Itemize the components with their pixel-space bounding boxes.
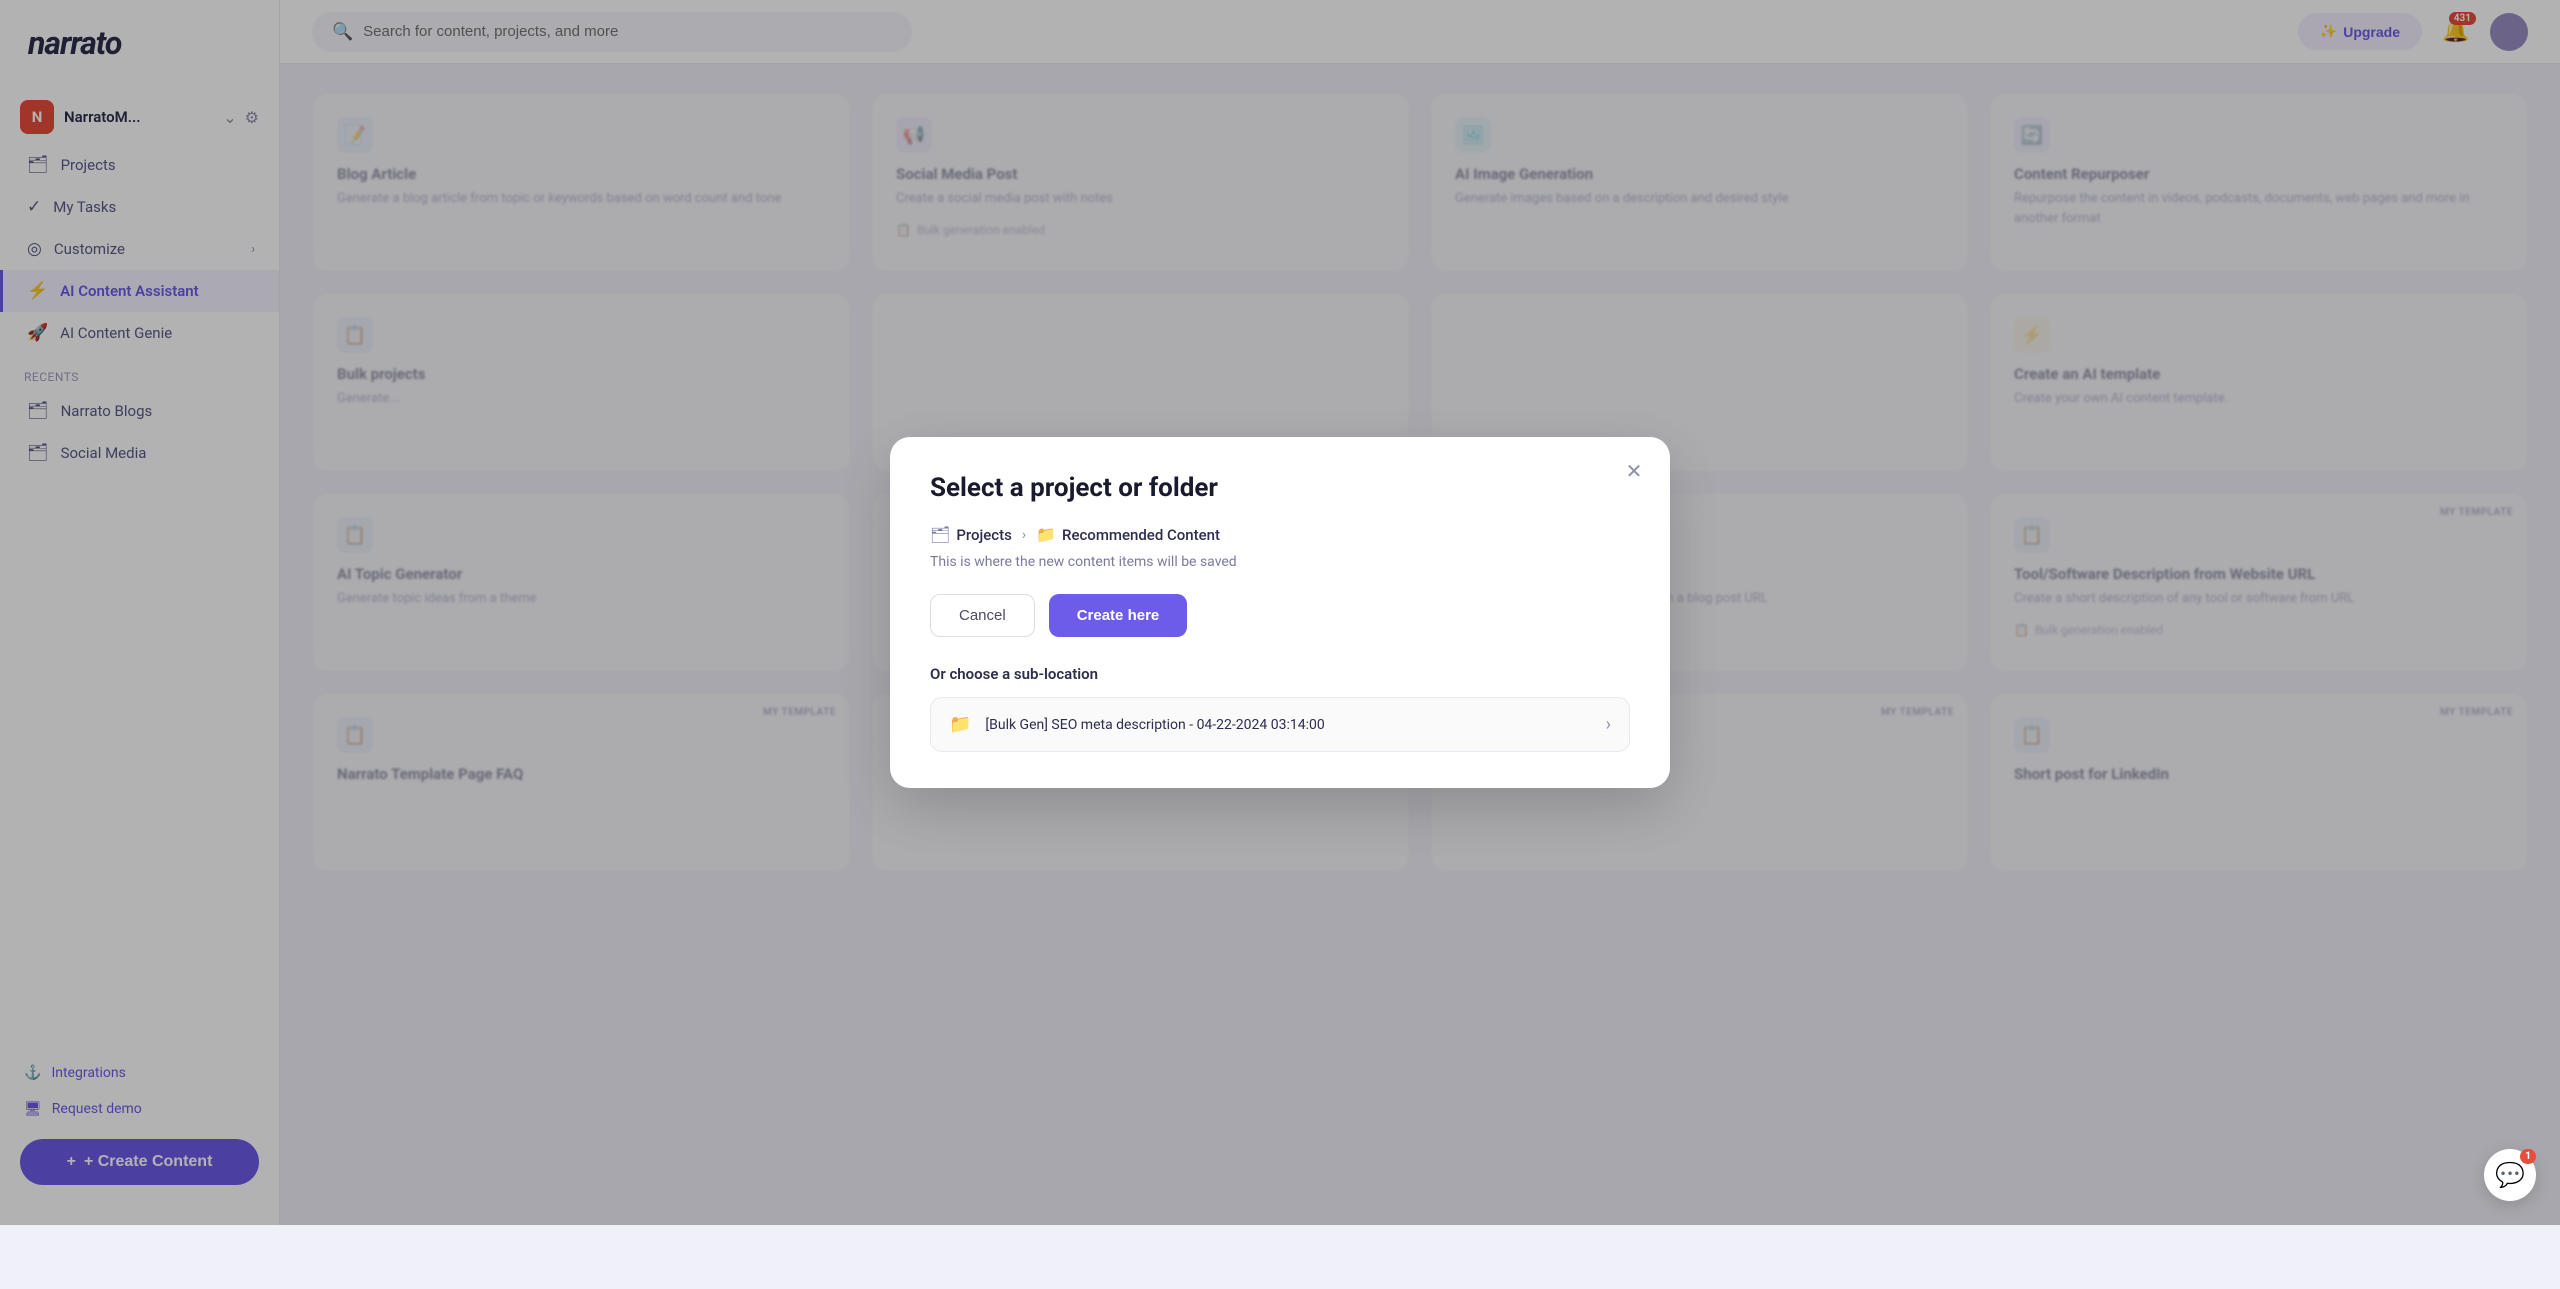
breadcrumb-sub-label: Recommended Content	[1062, 526, 1220, 544]
modal-close-button[interactable]: ✕	[1618, 455, 1650, 487]
create-here-button[interactable]: Create here	[1049, 594, 1188, 637]
sub-location-label: [Bulk Gen] SEO meta description - 04-22-…	[985, 717, 1591, 733]
save-note: This is where the new content items will…	[930, 554, 1630, 570]
folder-open-icon: 📁	[1036, 525, 1056, 544]
folder-icon: 🗂	[930, 525, 950, 544]
breadcrumb-recommended-content[interactable]: 📁 Recommended Content	[1036, 525, 1220, 544]
cancel-button[interactable]: Cancel	[930, 594, 1035, 637]
modal-title: Select a project or folder	[930, 473, 1630, 503]
folder-icon: 📁	[949, 714, 971, 735]
chevron-right-icon: ›	[1606, 714, 1611, 735]
chat-bubble[interactable]: 💬 1	[2484, 1149, 2536, 1201]
chat-icon: 💬	[2495, 1161, 2525, 1189]
modal-overlay[interactable]: ✕ Select a project or folder 🗂 Projects …	[0, 0, 2560, 1225]
select-project-modal: ✕ Select a project or folder 🗂 Projects …	[890, 437, 1670, 788]
chat-badge: 1	[2520, 1149, 2536, 1164]
breadcrumb-projects-label: Projects	[956, 526, 1012, 544]
sub-location-title: Or choose a sub-location	[930, 665, 1630, 683]
breadcrumb-projects[interactable]: 🗂 Projects	[930, 525, 1012, 544]
sub-location-item[interactable]: 📁 [Bulk Gen] SEO meta description - 04-2…	[930, 697, 1630, 752]
modal-action-buttons: Cancel Create here	[930, 594, 1630, 637]
breadcrumb: 🗂 Projects › 📁 Recommended Content	[930, 525, 1630, 544]
breadcrumb-separator: ›	[1022, 527, 1026, 543]
